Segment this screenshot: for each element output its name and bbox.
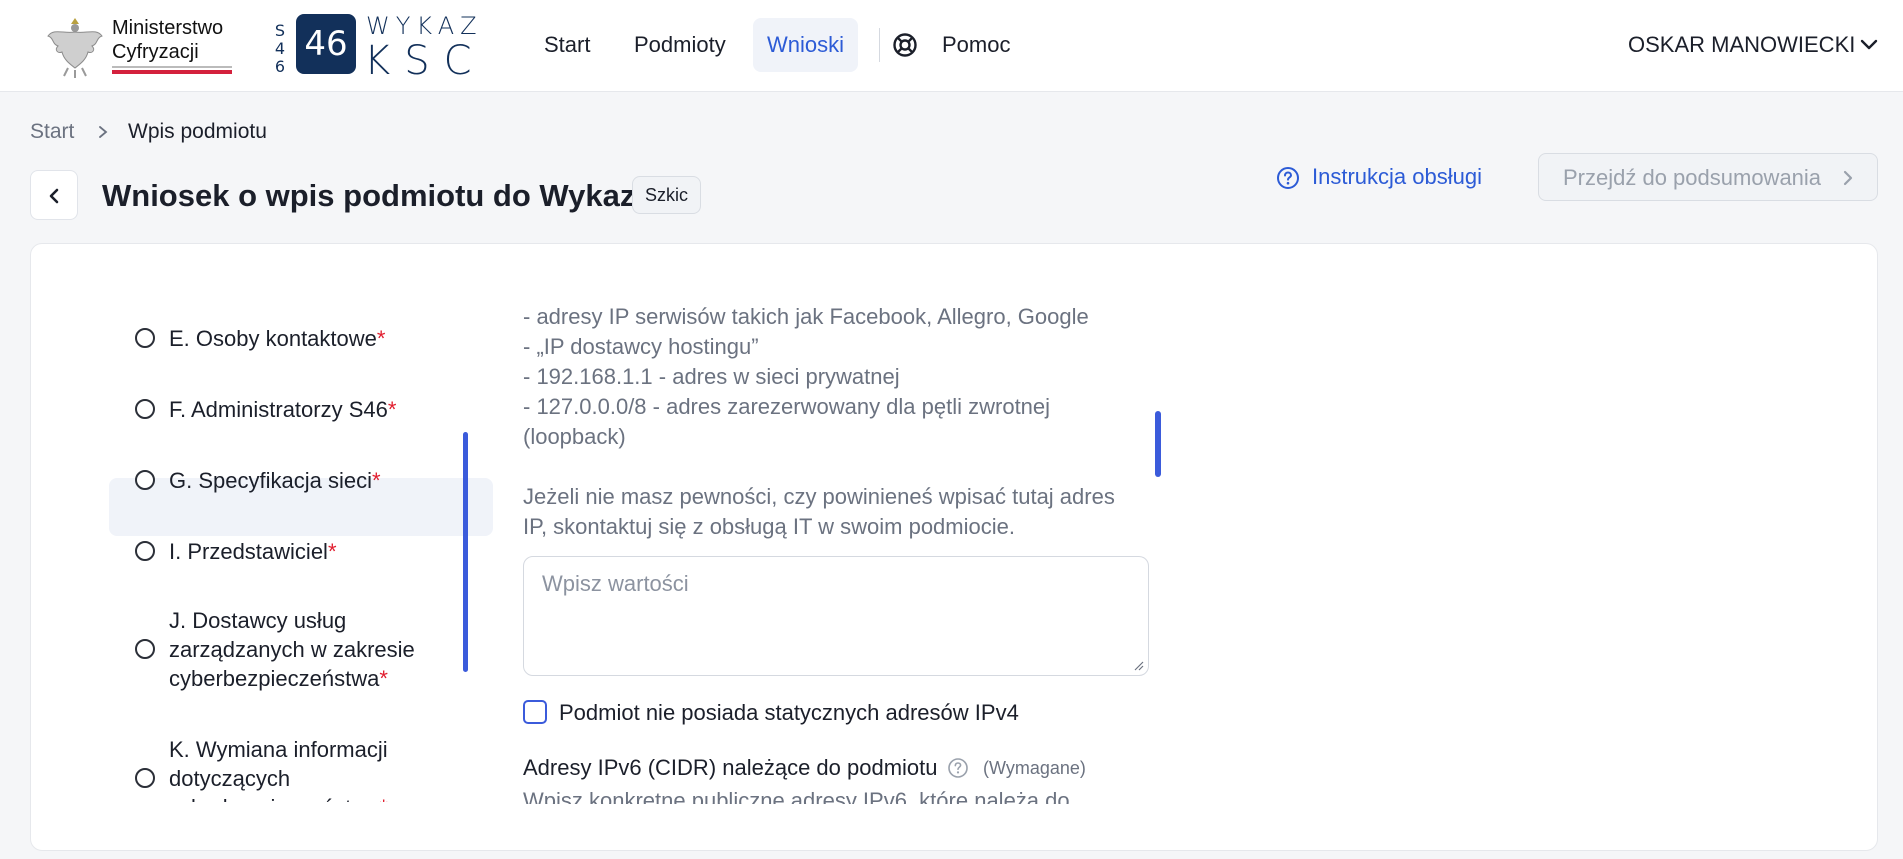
user-menu-name[interactable]: OSKAR MANOWIECKI bbox=[1628, 32, 1855, 58]
nav-divider bbox=[879, 28, 880, 62]
svg-text:WYKAZ: WYKAZ bbox=[366, 12, 483, 40]
step-item-j[interactable]: J. Dostawcy usług zarządzanych w zakresi… bbox=[109, 606, 489, 696]
sidebar-scrollbar[interactable] bbox=[463, 432, 468, 672]
breadcrumb-current: Wpis podmiotu bbox=[128, 120, 267, 143]
resize-handle-icon[interactable] bbox=[1134, 661, 1144, 671]
ministry-name: Ministerstwo Cyfryzacji bbox=[112, 17, 224, 63]
step-label: I. Przedstawiciel* bbox=[169, 539, 337, 564]
uncertain-help-text: Jeżeli nie masz pewności, czy powinieneś… bbox=[523, 484, 1115, 539]
svg-text:4: 4 bbox=[275, 39, 285, 58]
step-item-k[interactable]: K. Wymiana informacji dotyczących cyberb… bbox=[109, 735, 489, 802]
ipv4-addresses-textarea[interactable]: Wpisz wartości bbox=[523, 556, 1149, 676]
form-scrollbar[interactable] bbox=[1155, 411, 1161, 477]
wykaz-ksc-logo[interactable]: S 4 6 46 WYKAZ KSC bbox=[268, 12, 510, 78]
svg-text:S: S bbox=[275, 21, 285, 40]
logo-flag-stripe bbox=[112, 70, 232, 74]
ipv6-field-label: Adresy IPv6 (CIDR) należące do podmiotu bbox=[523, 755, 938, 780]
s46-small-mark-icon: S 4 6 bbox=[275, 21, 285, 76]
summary-button-label: Przejdź do podsumowania bbox=[1563, 165, 1822, 190]
status-badge: Szkic bbox=[632, 176, 702, 214]
page-title: Wniosek o wpis podmiotu do Wykazu bbox=[102, 178, 655, 213]
step-label: F. Administratorzy S46* bbox=[169, 397, 397, 422]
step-item-g[interactable]: G. Specyfikacja sieci* bbox=[109, 466, 489, 506]
ipv6-field-description: Wpisz konkretne publiczne adresy IPv6, k… bbox=[523, 788, 1070, 804]
step-label: J. Dostawcy usług zarządzanych w zakresi… bbox=[169, 608, 415, 691]
instruction-link-label: Instrukcja obsługi bbox=[1312, 164, 1482, 189]
brand-box-number: 46 bbox=[304, 24, 348, 64]
step-radio[interactable] bbox=[135, 470, 155, 490]
chevron-down-icon[interactable] bbox=[1860, 38, 1878, 52]
no-static-ipv4-checkbox[interactable] bbox=[523, 700, 547, 724]
step-radio[interactable] bbox=[135, 328, 155, 348]
chevron-right-icon bbox=[1843, 170, 1853, 186]
ip-examples-text: - adresy IP serwisów takich jak Facebook… bbox=[523, 304, 1089, 449]
question-circle-icon bbox=[1277, 167, 1299, 189]
step-item-i[interactable]: I. Przedstawiciel* bbox=[109, 537, 489, 577]
step-label: E. Osoby kontaktowe* bbox=[169, 326, 386, 351]
step-radio[interactable] bbox=[135, 541, 155, 561]
nav-podmioty[interactable]: Podmioty bbox=[620, 18, 740, 72]
go-to-summary-button[interactable]: Przejdź do podsumowania bbox=[1538, 153, 1878, 201]
logo-divider bbox=[112, 66, 232, 68]
back-button[interactable] bbox=[30, 170, 78, 220]
step-label: G. Specyfikacja sieci* bbox=[169, 468, 381, 493]
nav-start[interactable]: Start bbox=[530, 18, 604, 72]
no-static-ipv4-label[interactable]: Podmiot nie posiada statycznych adresów … bbox=[559, 700, 1019, 726]
brand-box: 46 bbox=[296, 14, 356, 74]
svg-text:KSC: KSC bbox=[364, 38, 486, 78]
step-radio[interactable] bbox=[135, 639, 155, 659]
chevron-left-icon bbox=[49, 188, 59, 204]
question-circle-icon[interactable] bbox=[947, 757, 969, 779]
step-item-e[interactable]: E. Osoby kontaktowe* bbox=[109, 324, 489, 364]
step-radio[interactable] bbox=[135, 768, 155, 788]
required-marker: (Wymagane) bbox=[983, 758, 1086, 778]
nav-pomoc[interactable]: Pomoc bbox=[928, 18, 1024, 72]
svg-text:6: 6 bbox=[275, 57, 285, 76]
nav-wnioski[interactable]: Wnioski bbox=[753, 18, 859, 72]
chevron-right-icon bbox=[99, 126, 108, 138]
step-label: K. Wymiana informacji dotyczących cyberb… bbox=[169, 737, 388, 802]
lifebuoy-icon bbox=[893, 33, 917, 57]
eagle-emblem-icon bbox=[47, 18, 103, 78]
ministry-logo[interactable]: Ministerstwo Cyfryzacji bbox=[44, 10, 234, 80]
network-spec-form: - adresy IP serwisów takich jak Facebook… bbox=[523, 302, 1153, 804]
wykaz-ksc-wordmark: WYKAZ KSC bbox=[364, 12, 486, 78]
step-item-f[interactable]: F. Administratorzy S46* bbox=[109, 395, 489, 435]
step-radio[interactable] bbox=[135, 399, 155, 419]
steps-sidebar: E. Osoby kontaktowe* F. Administratorzy … bbox=[79, 274, 495, 802]
breadcrumb-start[interactable]: Start bbox=[30, 120, 74, 144]
textarea-placeholder: Wpisz wartości bbox=[542, 571, 689, 596]
top-header: Ministerstwo Cyfryzacji S 4 6 46 WYKAZ K… bbox=[0, 0, 1903, 92]
